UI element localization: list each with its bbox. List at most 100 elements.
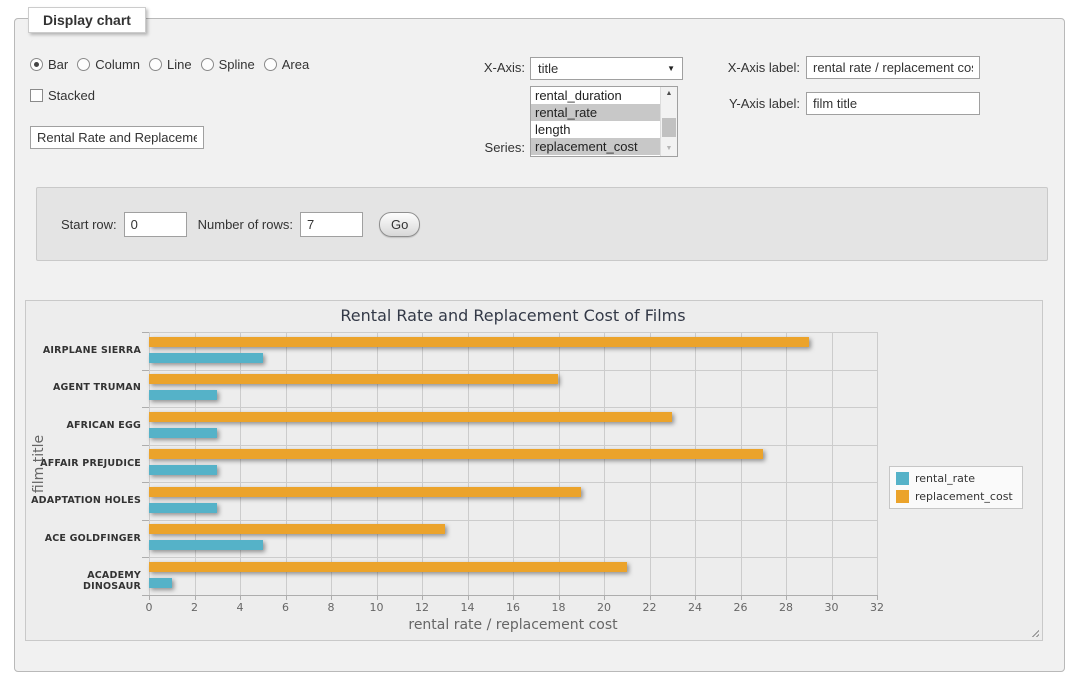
- gridline: [877, 332, 878, 595]
- chart-type-option-label: Spline: [219, 57, 255, 72]
- fieldset-legend: Display chart: [28, 7, 146, 33]
- x-tick-label: 16: [493, 601, 533, 614]
- plot-area: [149, 332, 877, 595]
- series-listbox-label: Series:: [425, 140, 525, 156]
- bar-rental_rate[interactable]: [149, 578, 172, 588]
- x-axis-tick: [195, 596, 196, 600]
- gridline: [149, 557, 877, 558]
- category-label: ACADEMY DINOSAUR: [30, 570, 141, 592]
- gridline: [195, 332, 196, 595]
- x-axis-select-label: X-Axis:: [425, 60, 525, 76]
- x-axis-tick: [832, 596, 833, 600]
- chart-type-option-area[interactable]: Area: [264, 57, 309, 72]
- dropdown-arrow-icon: ▼: [667, 64, 675, 73]
- category-label: ACE GOLDFINGER: [30, 533, 141, 544]
- display-chart-fieldset: Display chart BarColumnLineSplineArea St…: [14, 18, 1065, 672]
- gridline: [832, 332, 833, 595]
- start-row-input[interactable]: [124, 212, 187, 237]
- x-axis-title: rental rate / replacement cost: [149, 617, 877, 633]
- x-axis-select[interactable]: title ▼: [530, 57, 683, 80]
- x-axis-tick: [513, 596, 514, 600]
- gridline: [513, 332, 514, 595]
- gridline: [331, 332, 332, 595]
- chart-type-option-spline[interactable]: Spline: [201, 57, 255, 72]
- number-of-rows-input[interactable]: [300, 212, 363, 237]
- chart-type-option-label: Area: [282, 57, 309, 72]
- gridline: [377, 332, 378, 595]
- gridline: [240, 332, 241, 595]
- x-axis-tick: [240, 596, 241, 600]
- scroll-down-icon[interactable]: ▼: [661, 142, 677, 156]
- x-axis-tick: [741, 596, 742, 600]
- chart-title-input[interactable]: [30, 126, 204, 149]
- bar-replacement_cost[interactable]: [149, 524, 445, 534]
- series-listbox[interactable]: rental_durationrental_ratelengthreplacem…: [530, 86, 678, 157]
- series-options: rental_durationrental_ratelengthreplacem…: [531, 87, 660, 156]
- series-option-rental_rate[interactable]: rental_rate: [531, 104, 660, 121]
- bar-replacement_cost[interactable]: [149, 562, 627, 572]
- bar-replacement_cost[interactable]: [149, 449, 763, 459]
- x-tick-label: 4: [220, 601, 260, 614]
- y-axis-tick: [142, 595, 149, 596]
- gridline: [559, 332, 560, 595]
- stacked-checkbox[interactable]: [30, 89, 43, 102]
- x-axis-tick: [422, 596, 423, 600]
- radio-icon[interactable]: [201, 58, 214, 71]
- stacked-label: Stacked: [48, 88, 95, 103]
- chart-type-option-line[interactable]: Line: [149, 57, 192, 72]
- number-of-rows-label: Number of rows:: [198, 217, 293, 232]
- chart-type-option-label: Column: [95, 57, 140, 72]
- chart-type-option-label: Bar: [48, 57, 68, 72]
- x-axis-tick: [377, 596, 378, 600]
- x-tick-label: 14: [448, 601, 488, 614]
- chart-legend: rental_rate replacement_cost: [889, 466, 1023, 509]
- gridline: [149, 445, 877, 446]
- chart-type-option-bar[interactable]: Bar: [30, 57, 68, 72]
- x-axis-tick: [468, 596, 469, 600]
- legend-item-rental_rate[interactable]: rental_rate: [896, 472, 1013, 485]
- y-axis-label-input[interactable]: [806, 92, 980, 115]
- x-axis-label-input[interactable]: [806, 56, 980, 79]
- radio-icon[interactable]: [30, 58, 43, 71]
- y-axis-tick: [142, 407, 149, 408]
- x-tick-label: 8: [311, 601, 351, 614]
- radio-icon[interactable]: [149, 58, 162, 71]
- stacked-checkbox-row[interactable]: Stacked: [30, 88, 95, 103]
- legend-item-replacement_cost[interactable]: replacement_cost: [896, 490, 1013, 503]
- bar-rental_rate[interactable]: [149, 390, 217, 400]
- category-label: AIRPLANE SIERRA: [30, 345, 141, 356]
- radio-icon[interactable]: [77, 58, 90, 71]
- y-axis-tick: [142, 370, 149, 371]
- chart-container: Rental Rate and Replacement Cost of Film…: [25, 300, 1043, 641]
- x-tick-label: 22: [630, 601, 670, 614]
- legend-swatch-icon: [896, 472, 909, 485]
- bar-rental_rate[interactable]: [149, 353, 263, 363]
- bar-replacement_cost[interactable]: [149, 412, 672, 422]
- go-button[interactable]: Go: [379, 212, 420, 237]
- bar-replacement_cost[interactable]: [149, 374, 558, 384]
- y-axis-tick: [142, 332, 149, 333]
- x-axis-select-value: title: [538, 61, 558, 76]
- bar-rental_rate[interactable]: [149, 503, 217, 513]
- x-tick-label: 18: [539, 601, 579, 614]
- bar-rental_rate[interactable]: [149, 540, 263, 550]
- scrollbar-thumb[interactable]: [662, 118, 676, 136]
- resize-handle-icon[interactable]: [1029, 627, 1039, 637]
- x-axis-tick: [877, 596, 878, 600]
- bar-rental_rate[interactable]: [149, 428, 217, 438]
- series-option-replacement_cost[interactable]: replacement_cost: [531, 138, 660, 155]
- x-tick-label: 2: [175, 601, 215, 614]
- series-option-length[interactable]: length: [531, 121, 660, 138]
- gridline: [149, 332, 877, 333]
- bar-replacement_cost[interactable]: [149, 337, 809, 347]
- bar-rental_rate[interactable]: [149, 465, 217, 475]
- radio-icon[interactable]: [264, 58, 277, 71]
- x-axis-tick: [604, 596, 605, 600]
- series-option-rental_duration[interactable]: rental_duration: [531, 87, 660, 104]
- legend-label: rental_rate: [915, 472, 975, 485]
- chart-type-option-column[interactable]: Column: [77, 57, 140, 72]
- gridline: [149, 520, 877, 521]
- x-axis-tick: [786, 596, 787, 600]
- gridline: [149, 482, 877, 483]
- bar-replacement_cost[interactable]: [149, 487, 581, 497]
